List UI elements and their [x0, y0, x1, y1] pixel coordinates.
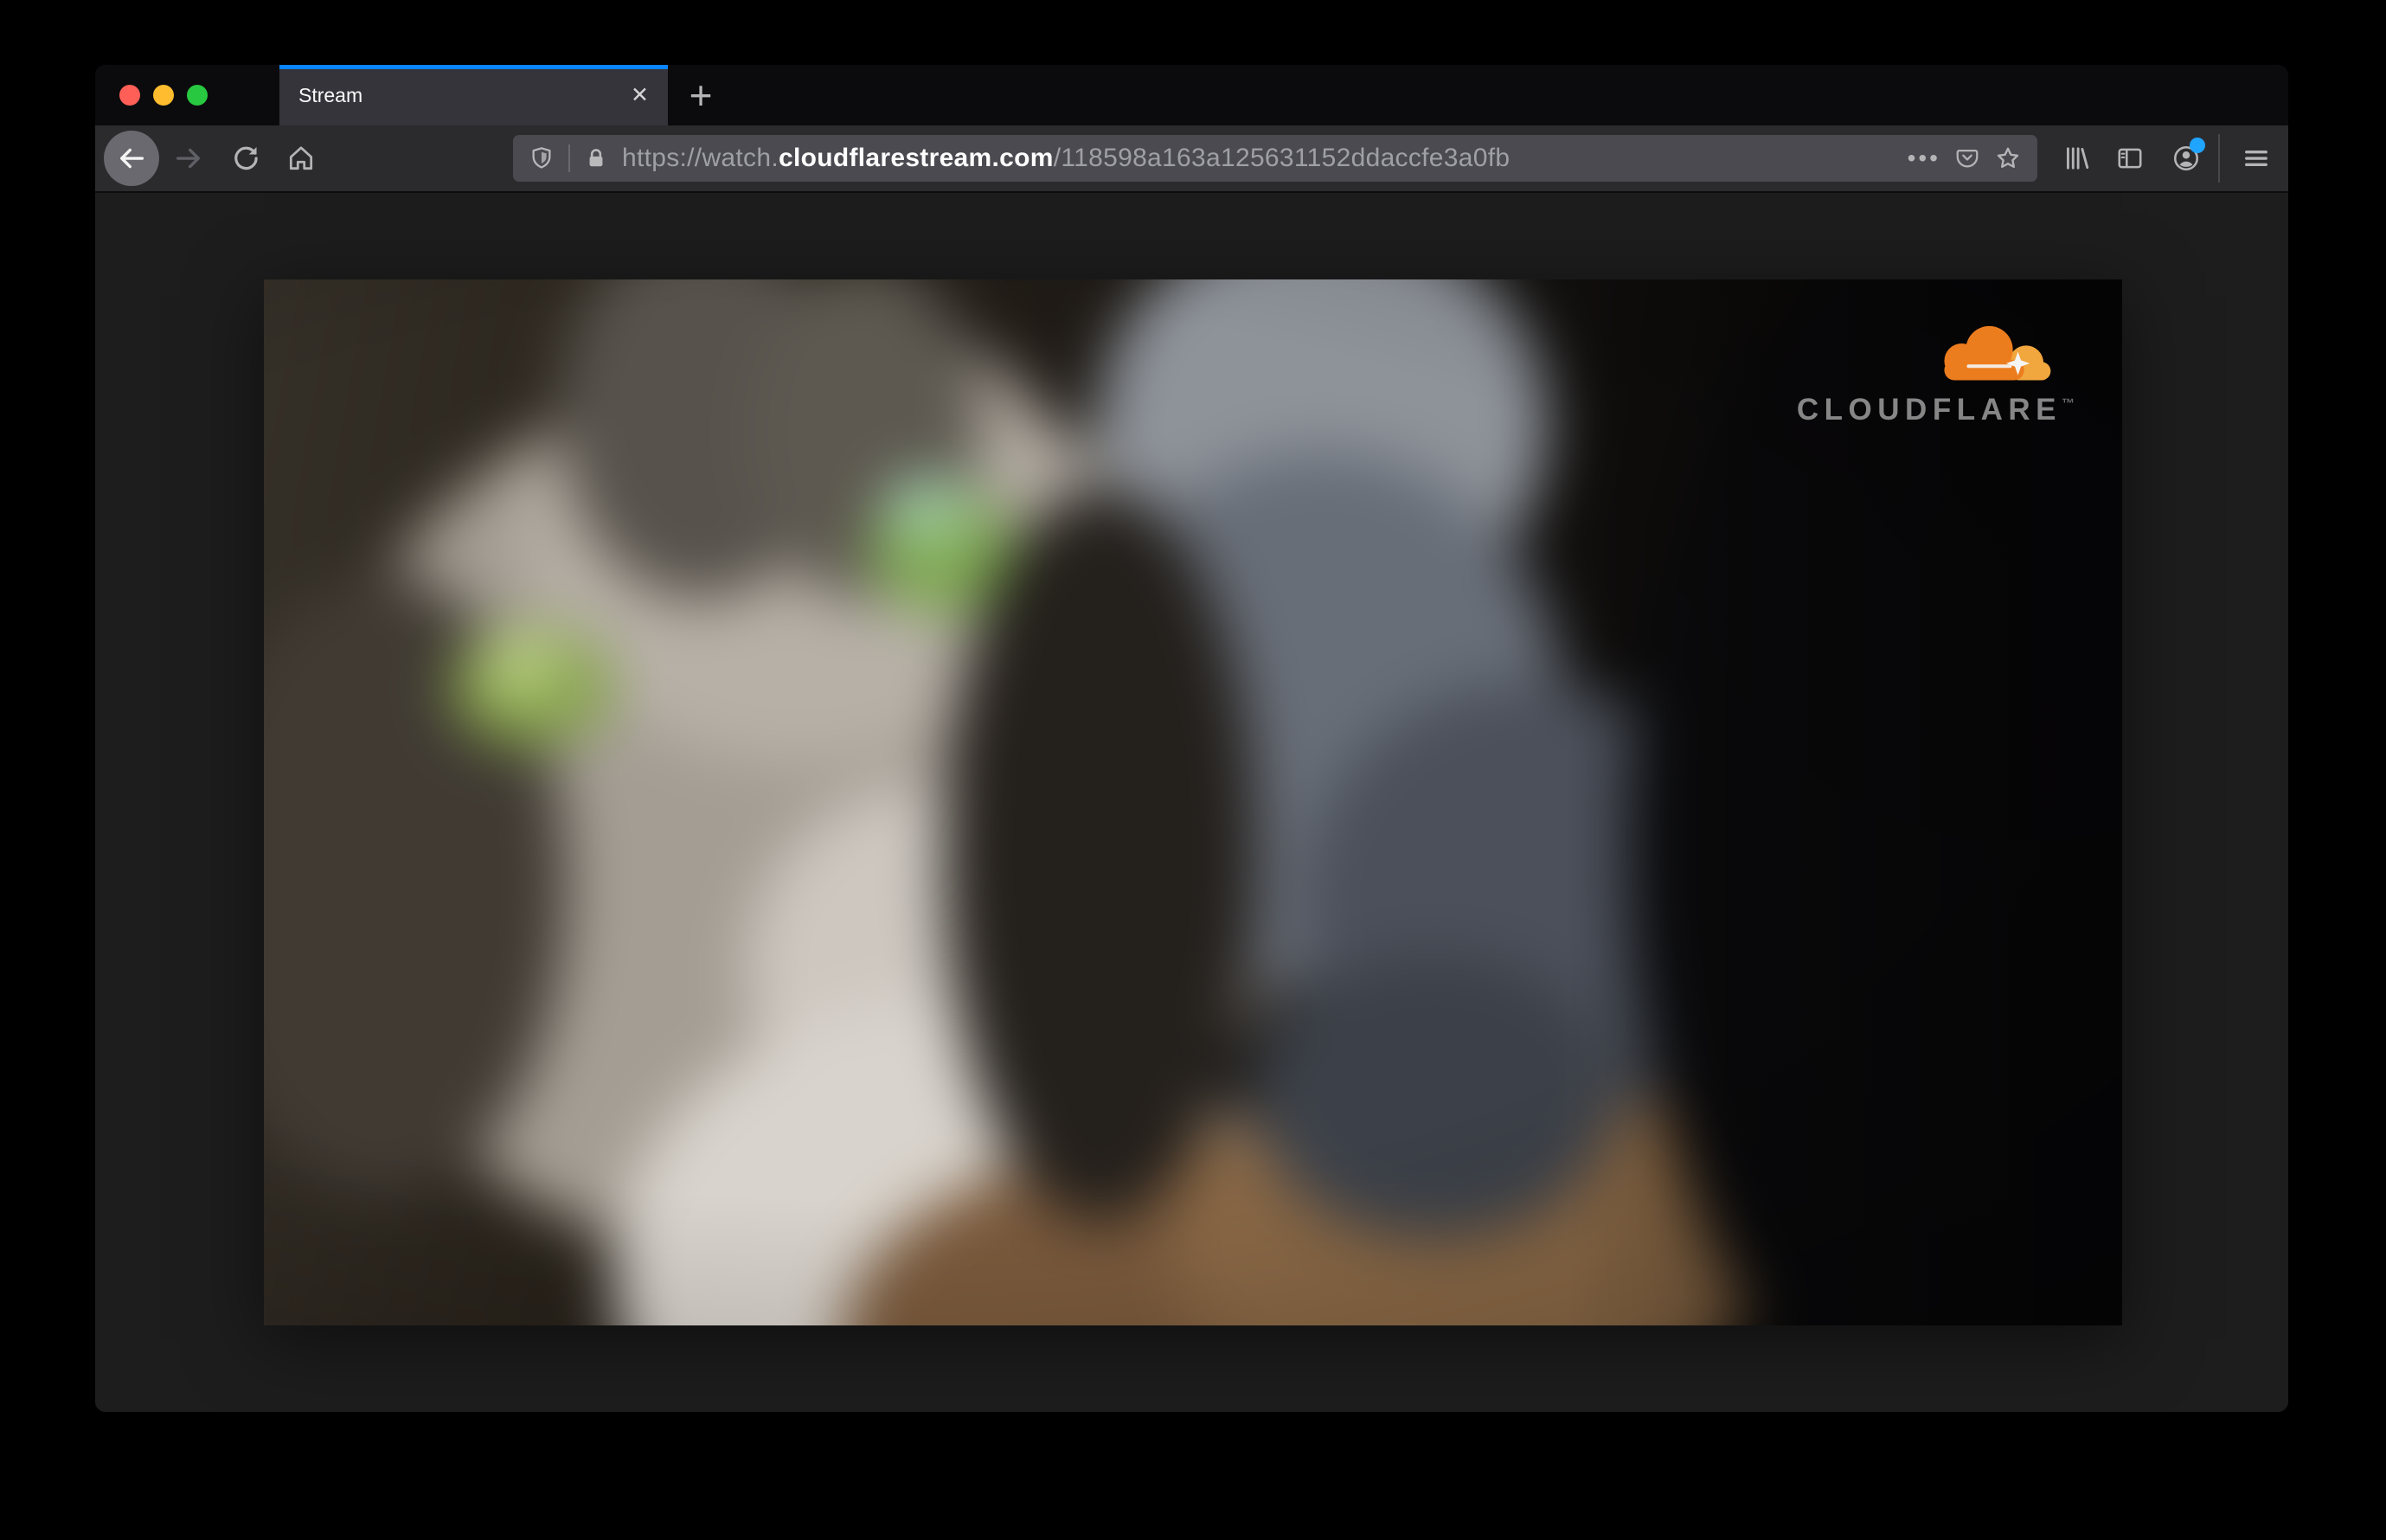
back-arrow-icon	[116, 143, 147, 174]
window-controls	[119, 65, 208, 125]
home-button[interactable]	[277, 134, 325, 183]
url-scheme: https://watch.	[622, 144, 779, 172]
toolbar-separator	[2218, 134, 2220, 183]
back-button[interactable]	[104, 131, 159, 186]
reload-icon	[231, 144, 260, 173]
desktop: { "browser": { "traffic_lights": [ {"nam…	[0, 0, 2386, 1540]
tracking-protection-shield-icon[interactable]	[529, 145, 555, 171]
reload-button[interactable]	[221, 134, 270, 183]
hamburger-menu-button[interactable]	[2232, 134, 2280, 183]
url-bar[interactable]: https://watch.cloudflarestream.com/11859…	[513, 135, 2037, 182]
cloudflare-watermark: CLOUDFLARE™	[1797, 321, 2075, 427]
video-vignette	[264, 279, 2122, 1325]
lock-icon[interactable]	[584, 146, 608, 170]
video-player[interactable]: CLOUDFLARE™	[264, 279, 2122, 1325]
navigation-toolbar: https://watch.cloudflarestream.com/11859…	[95, 125, 2288, 193]
hamburger-menu-icon	[2241, 143, 2272, 174]
cloudflare-cloud-logo-icon	[1915, 321, 2069, 388]
page-actions-icon[interactable]: •••	[1908, 146, 1940, 170]
url-text: https://watch.cloudflarestream.com/11859…	[622, 144, 1894, 173]
library-icon	[2062, 144, 2091, 173]
page-content: CLOUDFLARE™	[95, 193, 2288, 1412]
tab-title: Stream	[298, 83, 363, 106]
close-window-button[interactable]	[119, 85, 140, 106]
sidebar-icon	[2115, 144, 2145, 173]
tab-close-icon[interactable]: ✕	[625, 81, 654, 110]
active-tab-indicator	[279, 65, 668, 69]
home-icon	[286, 144, 316, 173]
url-domain: cloudflarestream.com	[778, 144, 1054, 172]
forward-button[interactable]	[164, 134, 213, 183]
tab-bar: Stream ✕ +	[95, 65, 2288, 125]
tab-stream[interactable]: Stream ✕	[279, 65, 668, 125]
account-button[interactable]	[2162, 134, 2210, 183]
bookmark-star-icon[interactable]	[1994, 144, 2022, 172]
browser-window: Stream ✕ + https://watch.cloudflarestrea…	[95, 65, 2288, 1412]
cloudflare-wordmark: CLOUDFLARE™	[1796, 393, 2075, 427]
account-notification-badge	[2190, 138, 2205, 153]
sidebar-button[interactable]	[2106, 134, 2154, 183]
minimize-window-button[interactable]	[153, 85, 174, 106]
forward-arrow-icon	[173, 143, 204, 174]
maximize-window-button[interactable]	[187, 85, 208, 106]
urlbar-divider	[568, 144, 570, 172]
new-tab-button[interactable]: +	[673, 65, 728, 125]
pocket-icon[interactable]	[1954, 145, 1980, 171]
url-path: /118598a163a125631152ddaccfe3a0fb	[1053, 144, 1510, 172]
library-button[interactable]	[2052, 134, 2101, 183]
trademark-symbol: ™	[2062, 396, 2075, 411]
